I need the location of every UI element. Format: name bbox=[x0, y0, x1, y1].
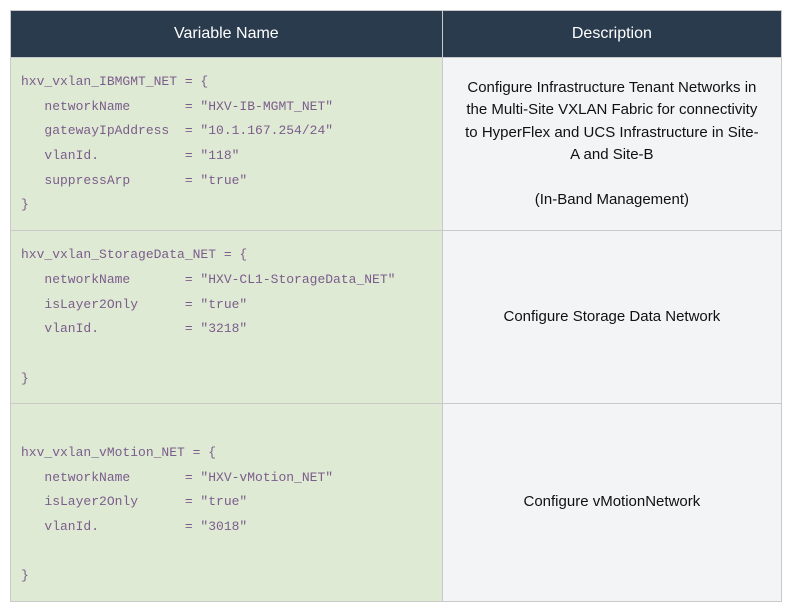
header-variable-name: Variable Name bbox=[11, 11, 443, 58]
table-row: hxv_vxlan_IBMGMT_NET = { networkName = "… bbox=[11, 58, 782, 231]
config-table: Variable Name Description hxv_vxlan_IBMG… bbox=[10, 10, 782, 602]
table-header-row: Variable Name Description bbox=[11, 11, 782, 58]
desc-cell-storagedata: Configure Storage Data Network bbox=[442, 231, 781, 404]
desc-cell-ibmgmt: Configure Infrastructure Tenant Networks… bbox=[442, 58, 781, 231]
code-cell-vmotion: hxv_vxlan_vMotion_NET = { networkName = … bbox=[11, 404, 443, 602]
desc-cell-vmotion: Configure vMotionNetwork bbox=[442, 404, 781, 602]
code-cell-ibmgmt: hxv_vxlan_IBMGMT_NET = { networkName = "… bbox=[11, 58, 443, 231]
code-cell-storagedata: hxv_vxlan_StorageData_NET = { networkNam… bbox=[11, 231, 443, 404]
table-row: hxv_vxlan_StorageData_NET = { networkNam… bbox=[11, 231, 782, 404]
header-description: Description bbox=[442, 11, 781, 58]
table-row: hxv_vxlan_vMotion_NET = { networkName = … bbox=[11, 404, 782, 602]
